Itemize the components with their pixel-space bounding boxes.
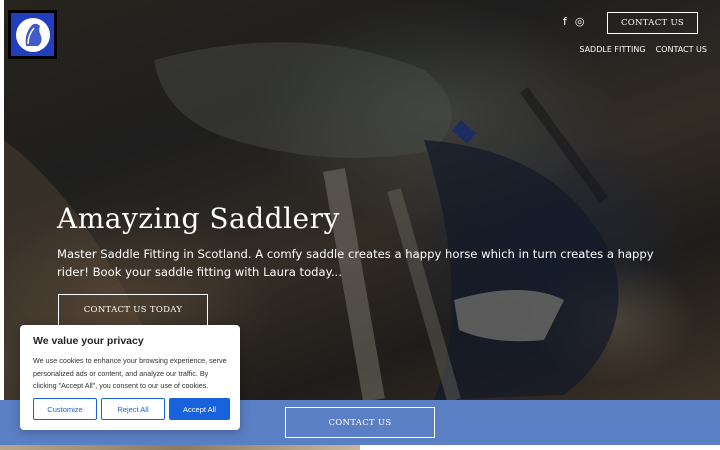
- nav-item-contact-us[interactable]: CONTACT US: [656, 45, 707, 54]
- horse-head-logo-icon: [11, 13, 54, 56]
- band-contact-button[interactable]: CONTACT US: [285, 407, 435, 438]
- accept-all-button[interactable]: Accept All: [169, 398, 230, 420]
- cookie-banner-text: We use cookies to enhance your browsing …: [33, 356, 227, 390]
- hero-subtitle: Master Saddle Fitting in Scotland. A com…: [57, 247, 654, 279]
- facebook-icon[interactable]: f: [563, 15, 567, 29]
- site-logo[interactable]: [8, 10, 57, 59]
- next-section-white-strip: [360, 445, 720, 450]
- contact-us-today-button[interactable]: CONTACT US TODAY: [58, 294, 208, 326]
- nav-item-saddle-fitting[interactable]: SADDLE FITTING: [579, 45, 645, 54]
- reject-all-button[interactable]: Reject All: [101, 398, 165, 420]
- header-contact-button[interactable]: CONTACT US: [607, 12, 698, 34]
- hero-title: Amayzing Saddlery: [57, 202, 340, 235]
- cookie-banner-actions: Customize Reject All Accept All: [33, 398, 230, 420]
- customize-button[interactable]: Customize: [33, 398, 97, 420]
- social-links: f ◎: [563, 15, 584, 29]
- cookie-consent-banner: We value your privacy We use cookies to …: [20, 325, 240, 430]
- instagram-icon[interactable]: ◎: [575, 15, 585, 29]
- next-section-image-strip: [0, 445, 360, 450]
- cookie-banner-title: We value your privacy: [33, 335, 144, 347]
- main-nav: SADDLE FITTING CONTACT US: [579, 45, 707, 54]
